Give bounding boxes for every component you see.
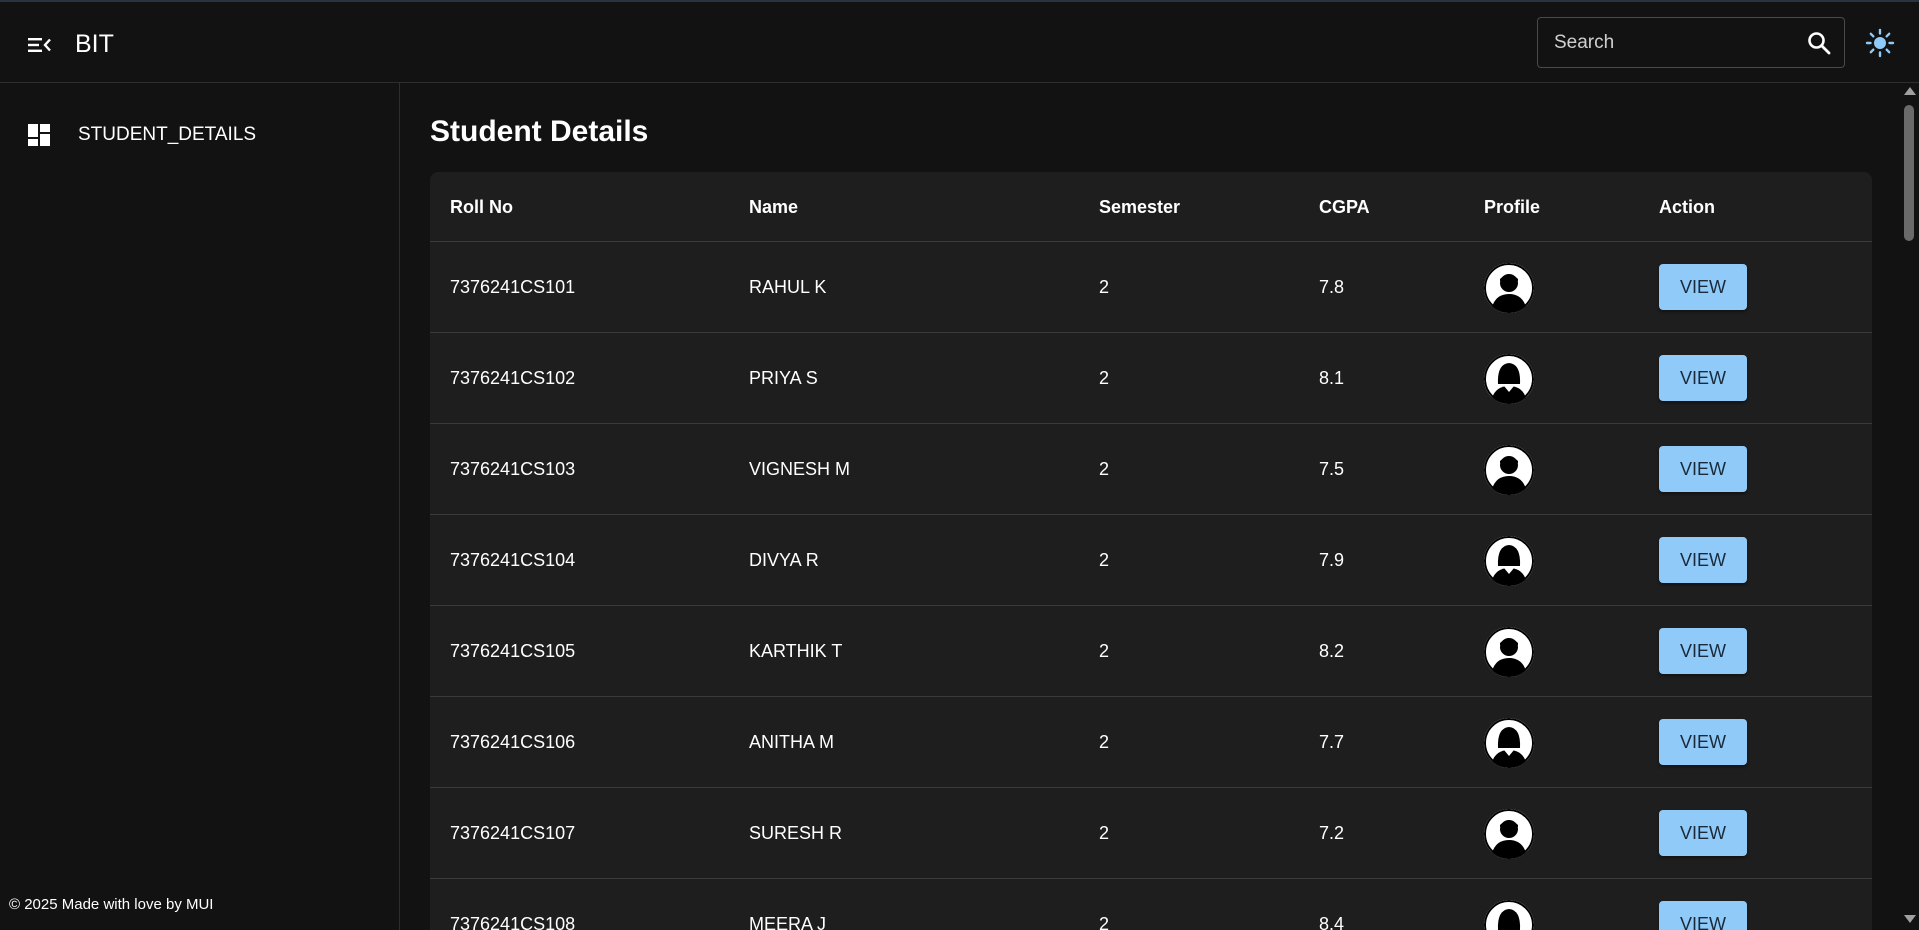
cell-cgpa: 8.1 bbox=[1319, 368, 1345, 388]
female-avatar-icon bbox=[1484, 718, 1534, 768]
view-button[interactable]: VIEW bbox=[1659, 446, 1747, 492]
male-avatar-icon bbox=[1484, 445, 1534, 495]
dashboard-icon bbox=[27, 123, 51, 147]
cell-semester: 2 bbox=[1099, 368, 1110, 388]
cell-name: RAHUL K bbox=[749, 277, 827, 297]
view-button[interactable]: VIEW bbox=[1659, 901, 1747, 930]
table-row: 7376241CS102 PRIYA S 2 8.1 VIEW bbox=[430, 333, 1872, 424]
sidebar-item-label: STUDENT_DETAILS bbox=[78, 124, 257, 145]
cell-roll-no: 7376241CS102 bbox=[450, 368, 576, 388]
sun-icon[interactable] bbox=[1865, 28, 1895, 58]
view-button[interactable]: VIEW bbox=[1659, 628, 1747, 674]
cell-semester: 2 bbox=[1099, 459, 1110, 479]
cell-roll-no: 7376241CS103 bbox=[450, 459, 576, 479]
table-row: 7376241CS103 VIGNESH M 2 7.5 VIEW bbox=[430, 424, 1872, 515]
column-header-name: Name bbox=[749, 197, 799, 217]
scroll-up-arrow-icon[interactable] bbox=[1904, 87, 1916, 95]
scroll-down-arrow-icon[interactable] bbox=[1904, 915, 1916, 923]
table-row: 7376241CS108 MEERA J 2 8.4 VIEW bbox=[430, 879, 1872, 930]
table-row: 7376241CS105 KARTHIK T 2 8.2 VIEW bbox=[430, 606, 1872, 697]
cell-name: VIGNESH M bbox=[749, 459, 851, 479]
cell-name: PRIYA S bbox=[749, 368, 818, 388]
cell-cgpa: 7.8 bbox=[1319, 277, 1345, 297]
cell-semester: 2 bbox=[1099, 732, 1110, 752]
table-header: Roll No Name Semester CGPA Profile Actio… bbox=[430, 172, 1872, 242]
scrollbar-thumb[interactable] bbox=[1904, 105, 1914, 241]
table-row: 7376241CS106 ANITHA M 2 7.7 VIEW bbox=[430, 697, 1872, 788]
table-row: 7376241CS107 SURESH R 2 7.2 VIEW bbox=[430, 788, 1872, 879]
cell-name: MEERA J bbox=[749, 914, 827, 930]
footer-text: © 2025 Made with love by MUI bbox=[9, 896, 214, 913]
cell-cgpa: 8.4 bbox=[1319, 914, 1345, 930]
search-box[interactable] bbox=[1537, 17, 1845, 68]
cell-semester: 2 bbox=[1099, 914, 1110, 930]
cell-semester: 2 bbox=[1099, 277, 1110, 297]
female-avatar-icon bbox=[1484, 900, 1534, 930]
cell-cgpa: 7.5 bbox=[1319, 459, 1345, 479]
column-header-cgpa: CGPA bbox=[1319, 197, 1370, 217]
student-table: Roll No Name Semester CGPA Profile Actio… bbox=[430, 172, 1872, 930]
cell-name: ANITHA M bbox=[749, 732, 835, 752]
table-row: 7376241CS104 DIVYA R 2 7.9 VIEW bbox=[430, 515, 1872, 606]
sidebar: STUDENT_DETAILS © 2025 Made with love by… bbox=[0, 83, 400, 930]
cell-roll-no: 7376241CS104 bbox=[450, 550, 576, 570]
cell-cgpa: 7.9 bbox=[1319, 550, 1345, 570]
column-header-profile: Profile bbox=[1484, 197, 1541, 217]
view-button[interactable]: VIEW bbox=[1659, 719, 1747, 765]
search-input[interactable] bbox=[1554, 18, 1794, 67]
female-avatar-icon bbox=[1484, 354, 1534, 404]
app-title: BIT bbox=[75, 30, 114, 58]
column-header-action: Action bbox=[1659, 197, 1715, 217]
cell-roll-no: 7376241CS105 bbox=[450, 641, 576, 661]
male-avatar-icon bbox=[1484, 627, 1534, 677]
app-bar: BIT bbox=[0, 2, 1919, 83]
column-header-semester: Semester bbox=[1099, 197, 1181, 217]
female-avatar-icon bbox=[1484, 536, 1534, 586]
cell-name: DIVYA R bbox=[749, 550, 819, 570]
cell-roll-no: 7376241CS106 bbox=[450, 732, 576, 752]
search-icon[interactable] bbox=[1806, 30, 1832, 56]
sidebar-item-student-details[interactable]: STUDENT_DETAILS bbox=[0, 113, 399, 157]
main-content: Student Details Roll No Name Semester CG… bbox=[401, 83, 1899, 930]
cell-cgpa: 7.2 bbox=[1319, 823, 1345, 843]
male-avatar-icon bbox=[1484, 809, 1534, 859]
table-row: 7376241CS101 RAHUL K 2 7.8 VIEW bbox=[430, 242, 1872, 333]
cell-cgpa: 7.7 bbox=[1319, 732, 1345, 752]
view-button[interactable]: VIEW bbox=[1659, 264, 1747, 310]
cell-cgpa: 8.2 bbox=[1319, 641, 1345, 661]
cell-semester: 2 bbox=[1099, 641, 1110, 661]
cell-name: KARTHIK T bbox=[749, 641, 843, 661]
cell-roll-no: 7376241CS101 bbox=[450, 277, 576, 297]
page-title: Student Details bbox=[430, 115, 649, 148]
male-avatar-icon bbox=[1484, 263, 1534, 313]
menu-collapse-icon[interactable] bbox=[22, 28, 56, 62]
cell-roll-no: 7376241CS108 bbox=[450, 914, 576, 930]
scrollbar[interactable] bbox=[1899, 83, 1919, 930]
cell-roll-no: 7376241CS107 bbox=[450, 823, 576, 843]
view-button[interactable]: VIEW bbox=[1659, 355, 1747, 401]
view-button[interactable]: VIEW bbox=[1659, 537, 1747, 583]
column-header-roll-no: Roll No bbox=[450, 197, 513, 217]
view-button[interactable]: VIEW bbox=[1659, 810, 1747, 856]
cell-name: SURESH R bbox=[749, 823, 843, 843]
cell-semester: 2 bbox=[1099, 550, 1110, 570]
cell-semester: 2 bbox=[1099, 823, 1110, 843]
